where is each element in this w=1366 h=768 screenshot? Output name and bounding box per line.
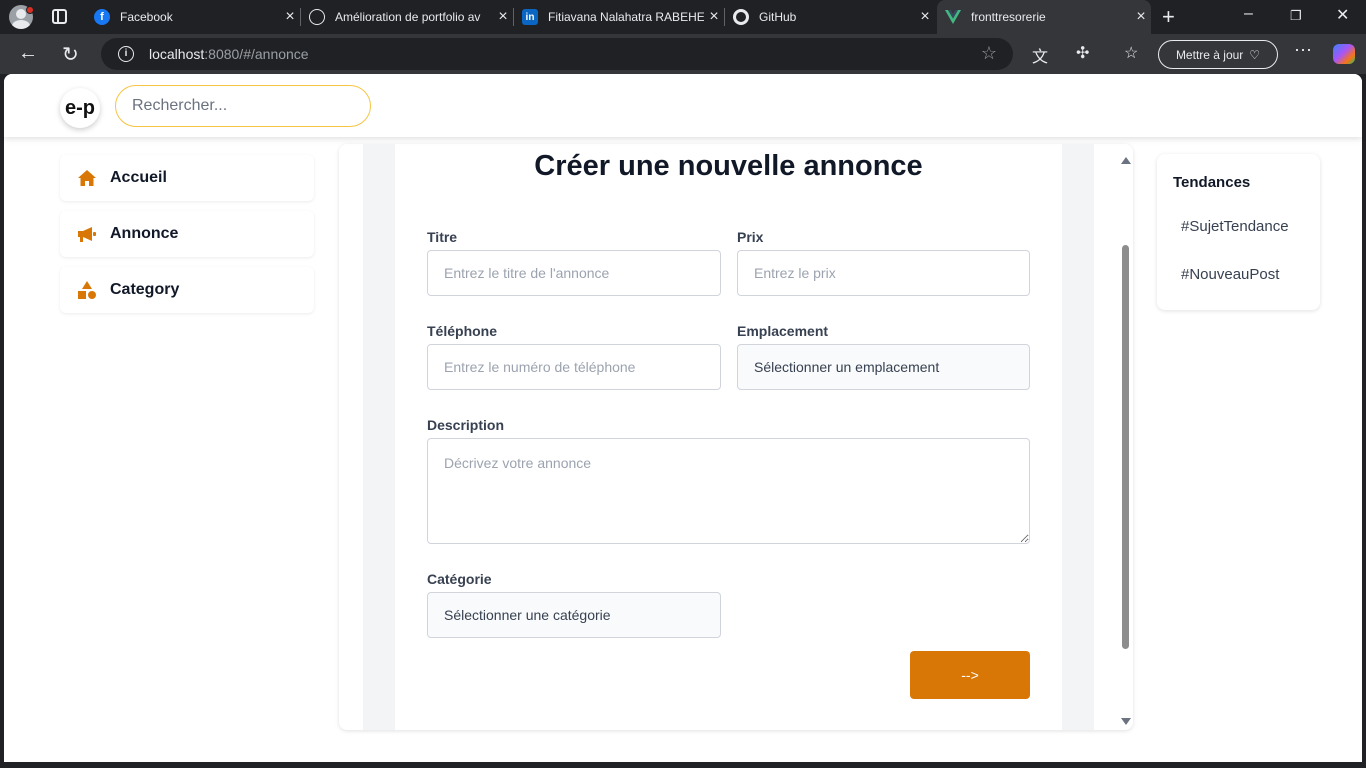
tab-title: Facebook bbox=[120, 10, 173, 24]
sidebar-item-category[interactable]: Category bbox=[60, 267, 314, 313]
sidebar-item-accueil[interactable]: Accueil bbox=[60, 155, 314, 201]
categorie-label: Catégorie bbox=[427, 571, 492, 587]
sidebar-item-annonce[interactable]: Annonce bbox=[60, 211, 314, 257]
favorite-star-icon[interactable]: ☆ bbox=[981, 43, 997, 64]
reload-icon[interactable]: ↻ bbox=[62, 42, 79, 67]
right-gutter bbox=[1062, 144, 1094, 730]
tab-title: GitHub bbox=[759, 10, 797, 24]
trends-title: Tendances bbox=[1173, 174, 1251, 191]
vue-icon bbox=[945, 9, 961, 25]
sidebar-item-label: Accueil bbox=[110, 169, 167, 186]
tab-actions-icon[interactable] bbox=[52, 9, 67, 24]
tab-title: Fitiavana Nalahatra RABEHE… bbox=[548, 10, 704, 24]
description-label: Description bbox=[427, 417, 505, 433]
sidebar-item-label: Annonce bbox=[110, 225, 179, 242]
notification-dot bbox=[26, 6, 34, 14]
tab-title: fronttresorerie bbox=[971, 10, 1046, 24]
github-icon bbox=[733, 9, 749, 25]
titre-label: Titre bbox=[427, 229, 458, 245]
prix-label: Prix bbox=[737, 229, 764, 245]
emplacement-select-value: Sélectionner un emplacement bbox=[754, 359, 940, 375]
address-bar[interactable]: i localhost:8080/#/annonce ☆ bbox=[101, 38, 1013, 70]
shapes-icon bbox=[76, 279, 98, 301]
browser-toolbar: ← ↻ i localhost:8080/#/annonce ☆ 文 ✣ ☆ M… bbox=[0, 34, 1366, 74]
tab-portfolio[interactable]: Amélioration de portfolio av × bbox=[301, 0, 513, 34]
facebook-icon: f bbox=[94, 9, 110, 25]
search-input[interactable] bbox=[115, 85, 371, 127]
new-tab-icon[interactable]: + bbox=[1162, 4, 1175, 30]
translate-icon[interactable]: 文 bbox=[1032, 43, 1048, 67]
restore-icon[interactable]: ❐ bbox=[1290, 8, 1302, 24]
titre-input[interactable] bbox=[427, 250, 721, 296]
site-info-icon[interactable]: i bbox=[118, 46, 134, 62]
minimize-icon[interactable]: – bbox=[1244, 5, 1253, 23]
heart-pulse-icon: ♡ bbox=[1249, 47, 1261, 62]
app-header: e-p bbox=[4, 74, 1362, 137]
window-close-icon[interactable]: ✕ bbox=[1336, 5, 1349, 25]
tab-facebook[interactable]: f Facebook × bbox=[86, 0, 300, 34]
openai-icon bbox=[309, 9, 325, 25]
home-icon bbox=[76, 167, 98, 189]
back-icon[interactable]: ← bbox=[18, 42, 38, 65]
scrollbar-thumb[interactable] bbox=[1122, 245, 1129, 649]
megaphone-icon bbox=[76, 223, 98, 245]
emplacement-select[interactable]: Sélectionner un emplacement bbox=[737, 344, 1030, 390]
close-icon[interactable]: × bbox=[280, 8, 300, 26]
favorites-icon[interactable]: ☆ bbox=[1124, 43, 1138, 63]
trend-item[interactable]: #NouveauPost bbox=[1181, 266, 1279, 283]
linkedin-icon: in bbox=[522, 9, 538, 25]
more-menu-icon[interactable]: ⋯ bbox=[1294, 40, 1312, 61]
tab-github[interactable]: GitHub × bbox=[725, 0, 935, 34]
close-icon[interactable]: × bbox=[915, 8, 935, 26]
telephone-label: Téléphone bbox=[427, 323, 498, 339]
emplacement-label: Emplacement bbox=[737, 323, 829, 339]
trends-panel: Tendances #SujetTendance #NouveauPost bbox=[1157, 154, 1320, 310]
categorie-select[interactable]: Sélectionner une catégorie bbox=[427, 592, 721, 638]
extensions-icon[interactable]: ✣ bbox=[1076, 43, 1089, 63]
categorie-select-value: Sélectionner une catégorie bbox=[444, 607, 611, 623]
scroll-down-arrow-icon[interactable] bbox=[1121, 718, 1131, 725]
close-icon[interactable]: × bbox=[1131, 8, 1151, 26]
sidebar-item-label: Category bbox=[110, 281, 180, 298]
tab-fronttresorerie[interactable]: fronttresorerie × bbox=[937, 0, 1151, 34]
left-gutter bbox=[363, 144, 395, 730]
page-viewport: e-p Accueil Annonce Category Créer une n… bbox=[4, 74, 1362, 762]
url-text: localhost:8080/#/annonce bbox=[149, 46, 309, 62]
close-icon[interactable]: × bbox=[493, 8, 513, 26]
close-icon[interactable]: × bbox=[704, 8, 724, 26]
description-textarea[interactable] bbox=[427, 438, 1030, 544]
app-logo[interactable]: e-p bbox=[60, 88, 100, 128]
window-bottom-edge bbox=[0, 762, 1366, 768]
create-annonce-card: Créer une nouvelle annonce Titre Prix Té… bbox=[339, 144, 1133, 730]
prix-input[interactable] bbox=[737, 250, 1030, 296]
telephone-input[interactable] bbox=[427, 344, 721, 390]
annonce-form: Créer une nouvelle annonce Titre Prix Té… bbox=[395, 144, 1062, 730]
submit-button[interactable]: --> bbox=[910, 651, 1030, 699]
trend-item[interactable]: #SujetTendance bbox=[1181, 218, 1289, 235]
copilot-icon[interactable] bbox=[1333, 44, 1355, 64]
tab-linkedin[interactable]: in Fitiavana Nalahatra RABEHE… × bbox=[514, 0, 724, 34]
page-title: Créer une nouvelle annonce bbox=[534, 150, 923, 182]
scrollbar[interactable] bbox=[1118, 155, 1132, 727]
browser-tab-bar: f Facebook × Amélioration de portfolio a… bbox=[0, 0, 1366, 34]
tab-title: Amélioration de portfolio av bbox=[335, 10, 481, 24]
scroll-up-arrow-icon[interactable] bbox=[1121, 157, 1131, 164]
update-button[interactable]: Mettre à jour ♡ bbox=[1158, 40, 1278, 69]
